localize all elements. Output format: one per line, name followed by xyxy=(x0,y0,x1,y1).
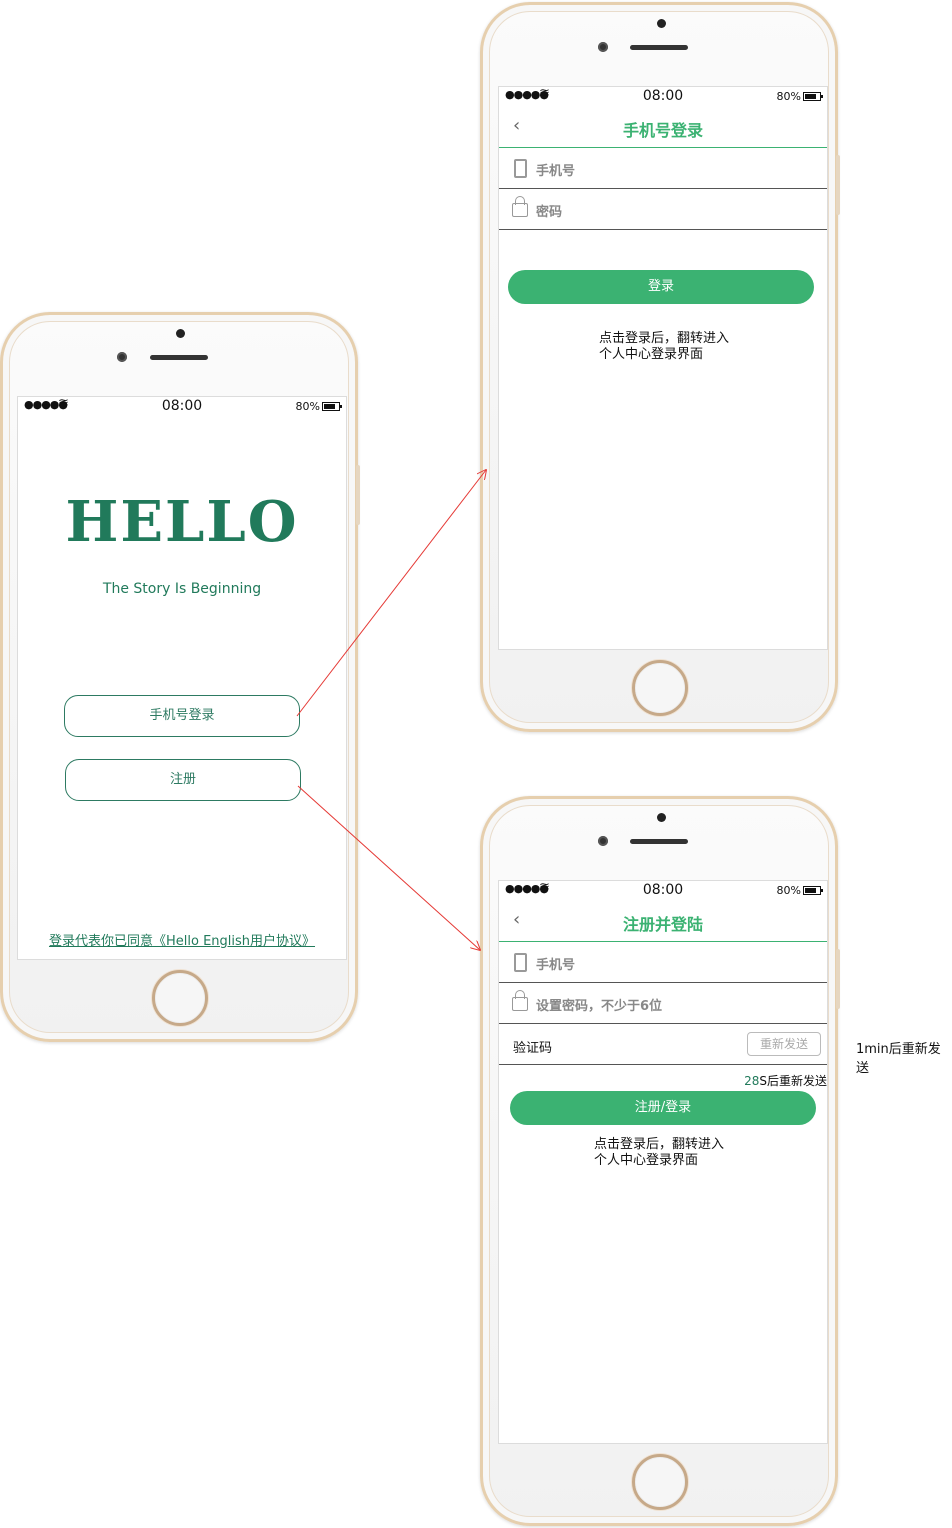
flow-arrows xyxy=(296,0,952,1528)
arrow-to-register xyxy=(297,785,480,950)
arrow-to-login xyxy=(296,470,486,717)
